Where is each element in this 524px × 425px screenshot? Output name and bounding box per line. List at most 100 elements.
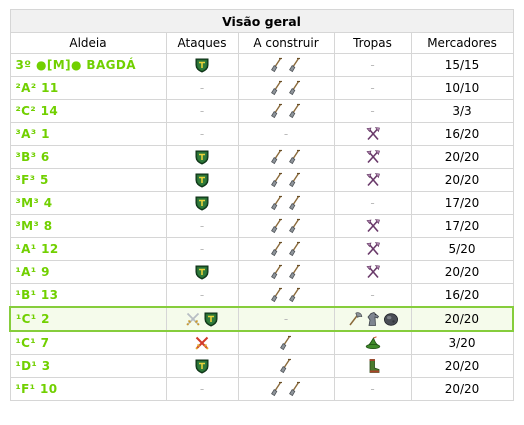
village-link[interactable]: ²C² 14 <box>16 104 59 118</box>
troops-empty-dash: - <box>370 382 375 396</box>
merchants-cell: 20/20 <box>410 306 515 332</box>
shield-icon[interactable] <box>194 195 210 211</box>
shield-icon[interactable] <box>194 358 210 374</box>
troops-empty-dash: - <box>370 58 375 72</box>
hat-icon[interactable] <box>365 335 381 351</box>
village-link[interactable]: 3º ●[M]● BAGDÁ <box>16 58 136 72</box>
shovel-icon[interactable] <box>287 80 303 96</box>
crossed-weapons-icon[interactable] <box>365 218 381 234</box>
village-link[interactable]: ¹A¹ 12 <box>16 242 59 256</box>
village-cell: ¹A¹ 12 <box>9 237 167 261</box>
attacks-cell <box>165 145 239 169</box>
column-header-building: A construir <box>237 32 335 54</box>
shovel-icon[interactable] <box>287 195 303 211</box>
village-cell: ²A² 11 <box>9 76 167 100</box>
attacks-empty-dash: - <box>199 81 205 95</box>
shovel-icon[interactable] <box>269 57 285 73</box>
building-cell <box>237 237 335 261</box>
shovel-icon[interactable] <box>287 57 303 73</box>
village-link[interactable]: ³M³ 8 <box>16 219 53 233</box>
red-swords-icon[interactable] <box>194 335 210 351</box>
troops-cell: - <box>333 283 412 308</box>
village-link[interactable]: ³F³ 5 <box>16 173 49 187</box>
shovel-icon[interactable] <box>269 172 285 188</box>
village-link[interactable]: ¹D¹ 3 <box>16 359 51 373</box>
boot-icon[interactable] <box>365 358 381 374</box>
building-cell: - <box>237 306 335 332</box>
village-link[interactable]: ³M³ 4 <box>16 196 53 210</box>
axe-icon[interactable] <box>347 311 363 327</box>
attacks-cell: - <box>165 237 239 261</box>
shovel-icon[interactable] <box>269 80 285 96</box>
shield-icon[interactable] <box>194 172 210 188</box>
crossed-weapons-icon[interactable] <box>365 172 381 188</box>
shovel-icon[interactable] <box>278 335 294 351</box>
merchants-cell: 20/20 <box>410 377 514 401</box>
village-cell: ¹F¹ 10 <box>9 377 167 401</box>
merchants-cell: 16/20 <box>410 122 514 146</box>
shovel-icon[interactable] <box>269 195 285 211</box>
village-row: ³A³ 1 - - 16/20 <box>9 122 514 146</box>
village-link[interactable]: ¹C¹ 2 <box>16 312 50 326</box>
attacks-cell <box>165 260 239 284</box>
column-headers: Aldeia Ataques A construir Tropas Mercad… <box>9 32 514 54</box>
troops-cell <box>333 306 412 332</box>
shovel-icon[interactable] <box>287 287 303 303</box>
shovel-icon[interactable] <box>269 287 285 303</box>
shovel-icon[interactable] <box>287 241 303 257</box>
village-link[interactable]: ³B³ 6 <box>16 150 50 164</box>
shovel-icon[interactable] <box>287 172 303 188</box>
shield-icon[interactable] <box>203 311 219 327</box>
troops-empty-dash: - <box>370 104 375 118</box>
shield-icon[interactable] <box>194 264 210 280</box>
merchants-cell: 17/20 <box>410 214 514 238</box>
shovel-icon[interactable] <box>287 218 303 234</box>
building-cell <box>237 191 335 215</box>
village-row: 3º ●[M]● BAGDÁ - 15/15 <box>9 53 514 77</box>
village-link[interactable]: ¹B¹ 13 <box>16 288 59 302</box>
troops-empty-dash: - <box>370 81 375 95</box>
village-row: ²C² 14 - - 3/3 <box>9 99 514 123</box>
troops-cell: - <box>333 53 412 77</box>
shovel-icon[interactable] <box>287 264 303 280</box>
shovel-icon[interactable] <box>269 264 285 280</box>
troops-cell <box>333 168 412 192</box>
shovel-icon[interactable] <box>269 218 285 234</box>
catapult-icon[interactable] <box>383 311 399 327</box>
shovel-icon[interactable] <box>287 381 303 397</box>
overview-table: Visão geral Aldeia Ataques A construir T… <box>9 9 515 401</box>
shovel-icon[interactable] <box>269 149 285 165</box>
building-cell <box>237 99 335 123</box>
shovel-icon[interactable] <box>287 149 303 165</box>
village-row: ¹B¹ 13 - - 16/20 <box>9 283 514 308</box>
crossed-weapons-icon[interactable] <box>365 149 381 165</box>
shovel-icon[interactable] <box>269 103 285 119</box>
shield-icon[interactable] <box>194 149 210 165</box>
merchants-cell: 3/3 <box>410 99 514 123</box>
building-cell <box>237 354 335 378</box>
shovel-icon[interactable] <box>269 241 285 257</box>
attacks-cell: - <box>165 377 239 401</box>
crossed-weapons-icon[interactable] <box>365 126 381 142</box>
merchants-cell: 20/20 <box>410 260 514 284</box>
village-link[interactable]: ¹F¹ 10 <box>16 382 58 396</box>
crossed-weapons-icon[interactable] <box>365 241 381 257</box>
shovel-icon[interactable] <box>287 103 303 119</box>
shovel-icon[interactable] <box>269 381 285 397</box>
village-link[interactable]: ³A³ 1 <box>16 127 50 141</box>
horse-icon[interactable] <box>365 311 381 327</box>
troops-cell <box>333 354 412 378</box>
building-cell <box>237 145 335 169</box>
crossed-weapons-icon[interactable] <box>365 264 381 280</box>
merchants-cell: 20/20 <box>410 145 514 169</box>
attacks-cell <box>165 306 239 332</box>
troops-cell <box>333 330 412 355</box>
swords-icon[interactable] <box>185 311 201 327</box>
village-link[interactable]: ¹A¹ 9 <box>16 265 50 279</box>
village-link[interactable]: ²A² 11 <box>16 81 59 95</box>
village-link[interactable]: ¹C¹ 7 <box>16 336 50 350</box>
shield-icon[interactable] <box>194 57 210 73</box>
village-cell: ¹D¹ 3 <box>9 354 167 378</box>
merchants-cell: 20/20 <box>410 354 514 378</box>
shovel-icon[interactable] <box>278 358 294 374</box>
